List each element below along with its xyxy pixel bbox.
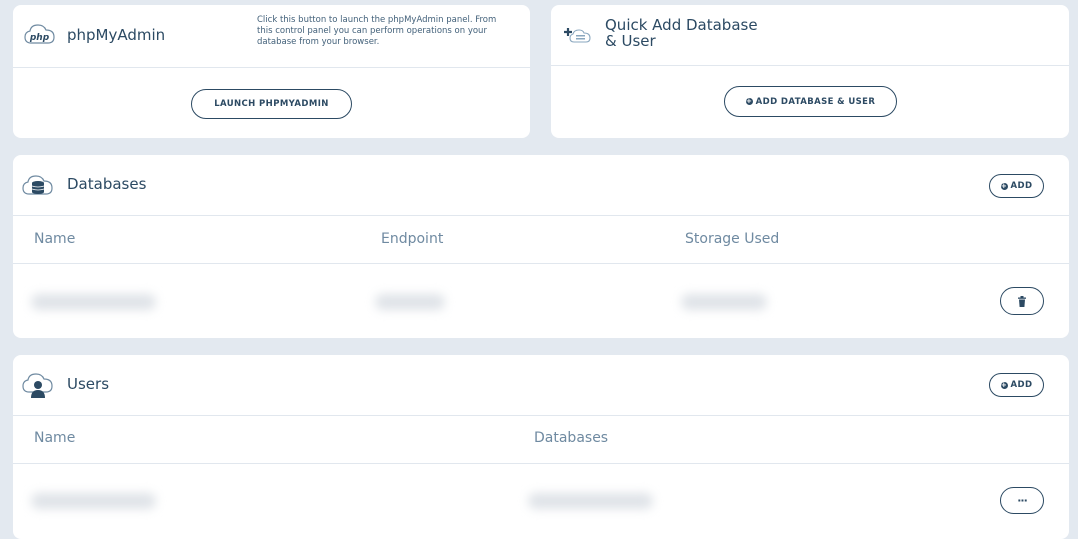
more-options-icon: ··· [1017,494,1028,507]
php-cloud-icon: php [23,21,57,49]
databases-header-divider [13,215,1069,216]
redacted-cell [375,294,445,310]
phpmyadmin-title: phpMyAdmin [67,26,166,44]
users-header-divider [13,415,1069,416]
databases-title: Databases [67,175,147,193]
databases-add-label: ADD [1010,181,1033,191]
quick-add-title-line2: & User [605,32,656,50]
database-cloud-icon [21,171,55,199]
databases-row-divider [13,263,1069,264]
databases-col-name: Name [34,231,76,247]
launch-phpmyadmin-button[interactable]: LAUNCH PHPMYADMIN [191,89,352,119]
users-col-name: Name [34,430,76,446]
databases-col-endpoint: Endpoint [381,231,444,247]
plus-circle-icon: + [1000,181,1008,190]
users-add-label: ADD [1010,380,1033,390]
redacted-cell [528,493,653,509]
phpmyadmin-divider [13,67,530,68]
users-title: Users [67,375,110,393]
users-row-divider [13,463,1069,464]
redacted-cell [681,294,767,310]
quick-add-icon [560,22,594,48]
quick-add-divider [551,65,1069,66]
trash-icon [1018,295,1026,307]
quick-add-title-line1: Quick Add Database [605,16,758,34]
user-actions-button[interactable]: ··· [1000,487,1044,514]
quick-add-card: Quick Add Database & User + ADD DATABASE… [551,5,1069,138]
php-logo-text: php [29,33,50,43]
plus-circle-icon: + [1000,380,1008,389]
user-cloud-icon [21,370,55,400]
databases-col-storage: Storage Used [685,231,780,247]
users-card: Users + ADD Name Databases ··· [13,355,1069,539]
delete-database-button[interactable] [1000,287,1044,315]
launch-phpmyadmin-label: LAUNCH PHPMYADMIN [214,99,329,109]
phpmyadmin-description: Click this button to launch the phpMyAdm… [257,15,497,47]
databases-add-button[interactable]: + ADD [989,174,1044,198]
redacted-cell [31,294,156,310]
plus-circle-icon: + [745,97,753,105]
redacted-cell [31,493,156,509]
users-add-button[interactable]: + ADD [989,373,1044,397]
users-col-databases: Databases [534,430,609,446]
add-database-user-label: ADD DATABASE & USER [755,96,876,107]
phpmyadmin-card: php phpMyAdmin Click this button to laun… [13,5,530,138]
add-database-user-button[interactable]: + ADD DATABASE & USER [724,86,897,117]
databases-card: Databases + ADD Name Endpoint Storage Us… [13,155,1069,338]
quick-add-title: Quick Add Database & User [605,17,758,49]
